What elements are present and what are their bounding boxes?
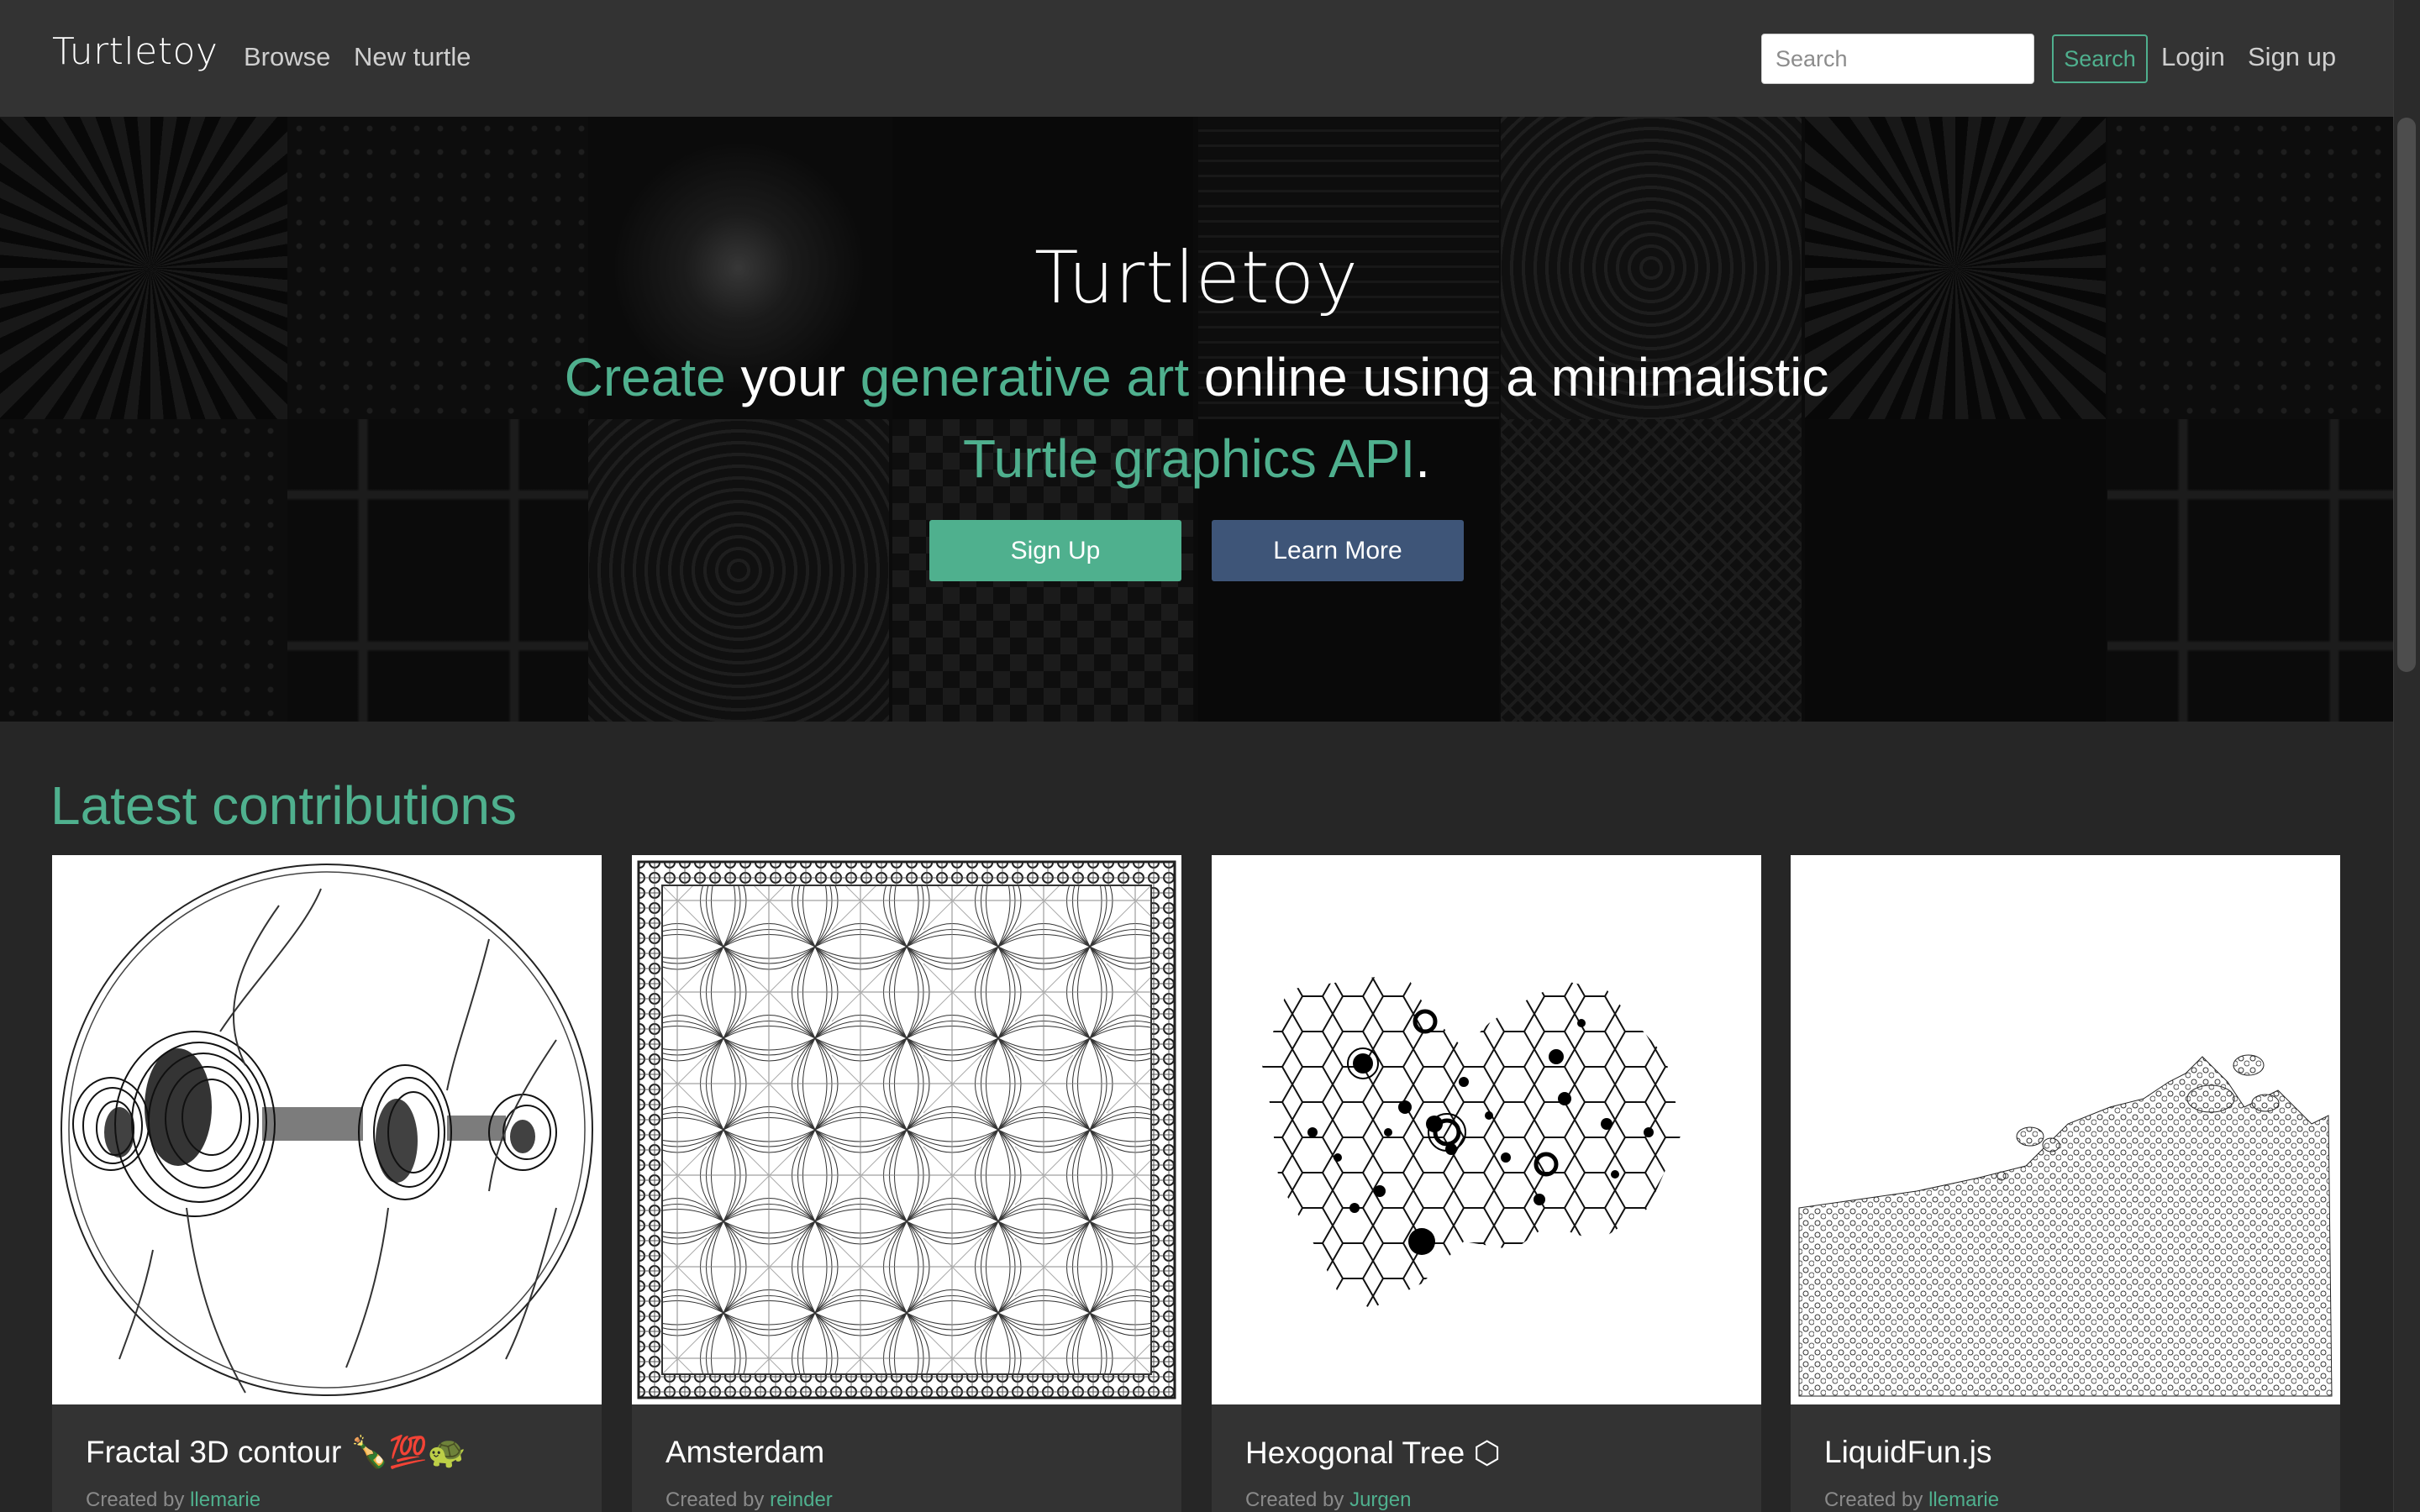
card-author-link[interactable]: llemarie — [190, 1488, 260, 1511]
search-button[interactable]: Search — [2052, 34, 2148, 83]
tagline-create: Create — [564, 347, 726, 407]
contribution-card[interactable]: Amsterdam Created by reinder — [632, 855, 1181, 1512]
amsterdam-pattern-drawing — [637, 860, 1176, 1399]
card-author-link[interactable]: llemarie — [1928, 1488, 1999, 1511]
card-meta: Created by llemarie — [1824, 1488, 1999, 1512]
card-title[interactable]: Hexogonal Tree ⬡ — [1245, 1435, 1501, 1471]
card-title[interactable]: LiquidFun.js — [1824, 1435, 1992, 1470]
fractal-contour-drawing — [60, 864, 593, 1396]
card-meta: Created by Jurgen — [1245, 1488, 1411, 1512]
top-navbar: Turtletoy Browse New turtle Search Login… — [0, 0, 2393, 117]
tagline-period: . — [1415, 428, 1431, 489]
section-title: Latest contributions — [50, 775, 517, 836]
contribution-card[interactable]: Hexogonal Tree ⬡ Created by Jurgen — [1212, 855, 1761, 1512]
created-by-label: Created by — [666, 1488, 765, 1511]
card-thumbnail[interactable] — [1212, 855, 1761, 1404]
login-link[interactable]: Login — [2161, 42, 2225, 72]
learn-more-button[interactable]: Learn More — [1212, 520, 1464, 581]
tagline-text: your — [725, 347, 860, 407]
created-by-label: Created by — [1824, 1488, 1923, 1511]
contribution-card[interactable]: Fractal 3D contour 🍾💯🐢 Created by llemar… — [52, 855, 602, 1512]
card-meta: Created by llemarie — [86, 1488, 260, 1512]
brand-logo[interactable]: Turtletoy — [52, 30, 218, 73]
tagline-generative-art: generative art — [860, 347, 1190, 407]
card-thumbnail[interactable] — [1791, 855, 2340, 1404]
hero-signup-button[interactable]: Sign Up — [929, 520, 1181, 581]
search-input[interactable] — [1761, 34, 2034, 84]
page-scrollbar-thumb[interactable] — [2397, 118, 2416, 672]
liquidfun-particles-drawing — [1798, 1054, 2333, 1397]
hexagonal-tree-drawing — [1262, 973, 1682, 1309]
card-author-link[interactable]: Jurgen — [1349, 1488, 1411, 1511]
created-by-label: Created by — [86, 1488, 185, 1511]
hero-title: Turtletoy — [1034, 236, 1360, 320]
card-title[interactable]: Fractal 3D contour 🍾💯🐢 — [86, 1435, 466, 1471]
contribution-card[interactable]: LiquidFun.js Created by llemarie — [1791, 855, 2340, 1512]
card-author-link[interactable]: reinder — [770, 1488, 833, 1511]
hero-tagline: Create your generative art online using … — [524, 337, 1869, 500]
created-by-label: Created by — [1245, 1488, 1344, 1511]
card-meta: Created by reinder — [666, 1488, 833, 1512]
tagline-text: online using a minimalistic — [1189, 347, 1829, 407]
card-title[interactable]: Amsterdam — [666, 1435, 824, 1470]
hero-banner: Turtletoy Create your generative art onl… — [0, 117, 2393, 722]
card-thumbnail[interactable] — [52, 855, 602, 1404]
card-thumbnail[interactable] — [632, 855, 1181, 1404]
signup-link[interactable]: Sign up — [2248, 42, 2336, 72]
nav-browse-link[interactable]: Browse — [244, 42, 330, 72]
nav-new-turtle-link[interactable]: New turtle — [354, 42, 471, 72]
tagline-turtle-api: Turtle graphics API — [962, 428, 1416, 489]
